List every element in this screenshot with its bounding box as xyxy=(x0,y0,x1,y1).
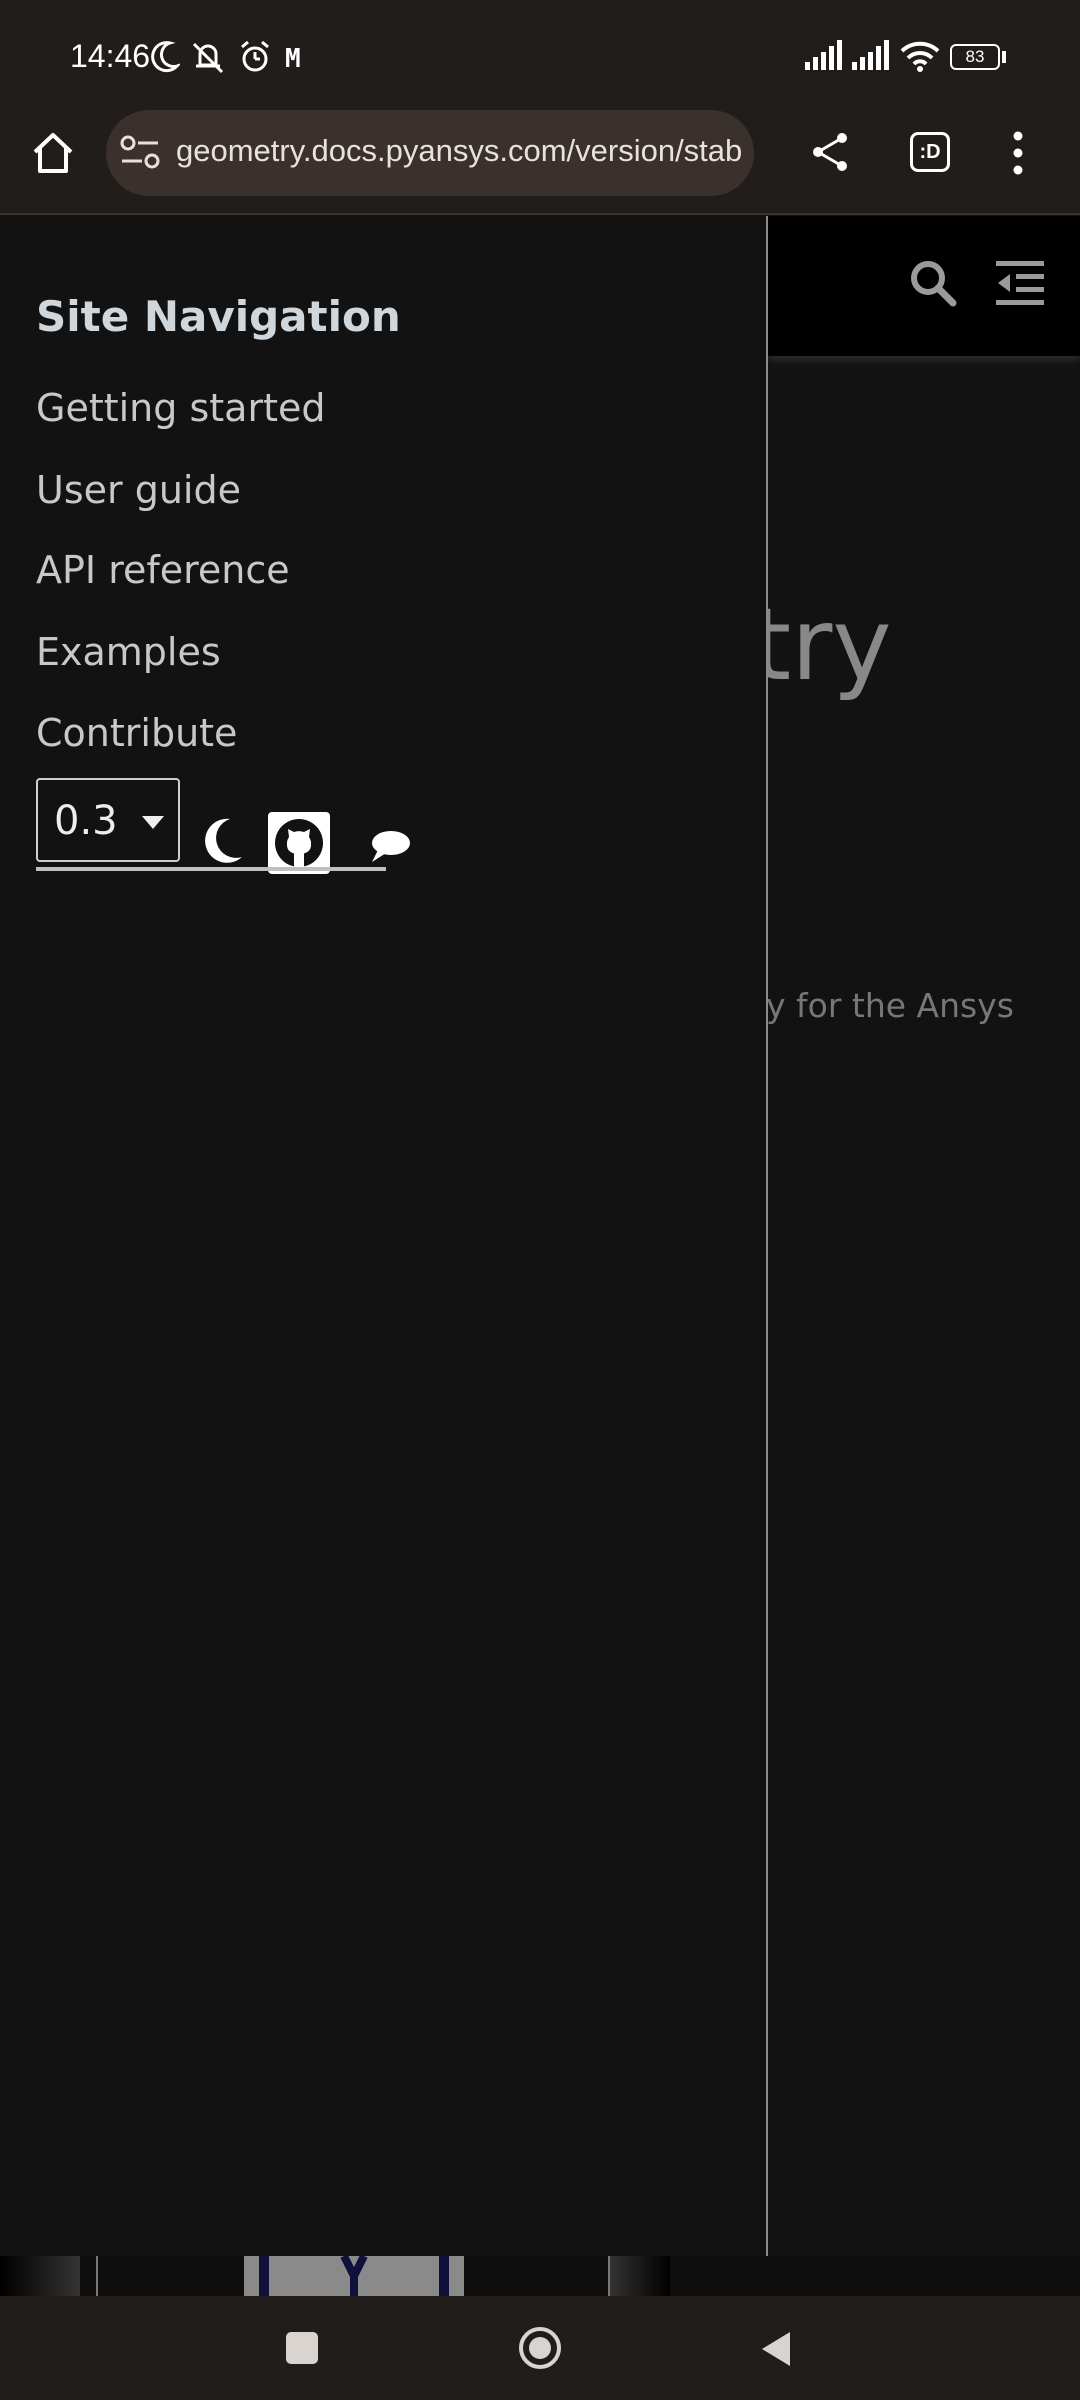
site-navigation-drawer: Site Navigation Getting started User gui… xyxy=(0,216,768,2256)
github-icon[interactable] xyxy=(268,812,330,874)
drawer-title: Site Navigation xyxy=(36,292,401,341)
page-header xyxy=(768,216,1080,356)
home-icon[interactable] xyxy=(30,130,76,176)
nav-item-examples[interactable]: Examples xyxy=(36,630,221,674)
status-bar: 14:46 M 83 xyxy=(0,0,1080,110)
url-text[interactable]: geometry.docs.pyansys.com/version/stable xyxy=(176,133,741,169)
battery-tip xyxy=(1002,51,1006,63)
page-title: try xyxy=(768,586,892,703)
footer-shade-right xyxy=(610,2256,670,2296)
nav-item-getting-started[interactable]: Getting started xyxy=(36,386,325,430)
site-settings-icon[interactable] xyxy=(120,133,162,173)
battery-icon: 83 xyxy=(950,44,1000,70)
recents-icon[interactable] xyxy=(286,2332,318,2364)
battery-level: 83 xyxy=(965,47,985,66)
page-subtitle: y for the Ansys xyxy=(768,986,1014,1025)
share-icon[interactable] xyxy=(808,130,852,174)
version-switcher[interactable]: 0.3 xyxy=(36,778,180,862)
signal-icon xyxy=(852,40,889,70)
home-circle-icon[interactable] xyxy=(518,2326,562,2370)
nav-item-contribute[interactable]: Contribute xyxy=(36,711,237,755)
tab-switcher-icon[interactable]: :D xyxy=(910,132,950,172)
nav-item-user-guide[interactable]: User guide xyxy=(36,468,241,512)
footer-shade-left xyxy=(0,2256,80,2296)
icon-row-divider xyxy=(36,867,386,871)
moon-icon xyxy=(151,41,180,73)
footer-logo xyxy=(244,2254,464,2296)
footer-divider xyxy=(96,2256,98,2296)
system-nav-bar xyxy=(0,2296,1080,2400)
logo-icon xyxy=(259,2254,449,2296)
docs-page: try y for the Ansys xyxy=(768,216,1080,2256)
search-icon[interactable] xyxy=(908,258,958,308)
wifi-icon xyxy=(900,41,940,72)
dark-mode-icon[interactable] xyxy=(200,817,244,865)
muted-bell-icon xyxy=(192,42,224,74)
version-value: 0.3 xyxy=(54,798,118,844)
page-footer-strip xyxy=(0,2254,1080,2296)
nav-item-api-reference[interactable]: API reference xyxy=(36,548,290,592)
more-menu-icon[interactable] xyxy=(1006,130,1030,176)
signal-icon xyxy=(805,40,842,70)
alarm-icon xyxy=(241,40,269,72)
discussions-icon[interactable] xyxy=(368,828,412,866)
github-mark-icon xyxy=(275,819,323,867)
url-bar[interactable]: geometry.docs.pyansys.com/version/stable xyxy=(106,110,754,196)
browser-toolbar: geometry.docs.pyansys.com/version/stable… xyxy=(0,110,1080,215)
back-icon[interactable] xyxy=(760,2330,792,2368)
chevron-down-icon xyxy=(142,816,164,829)
tab-switcher-label: :D xyxy=(919,141,941,163)
toc-toggle-icon[interactable] xyxy=(994,258,1046,308)
status-time: 14:46 xyxy=(70,38,151,74)
status-indicator-letter: M xyxy=(285,44,301,74)
